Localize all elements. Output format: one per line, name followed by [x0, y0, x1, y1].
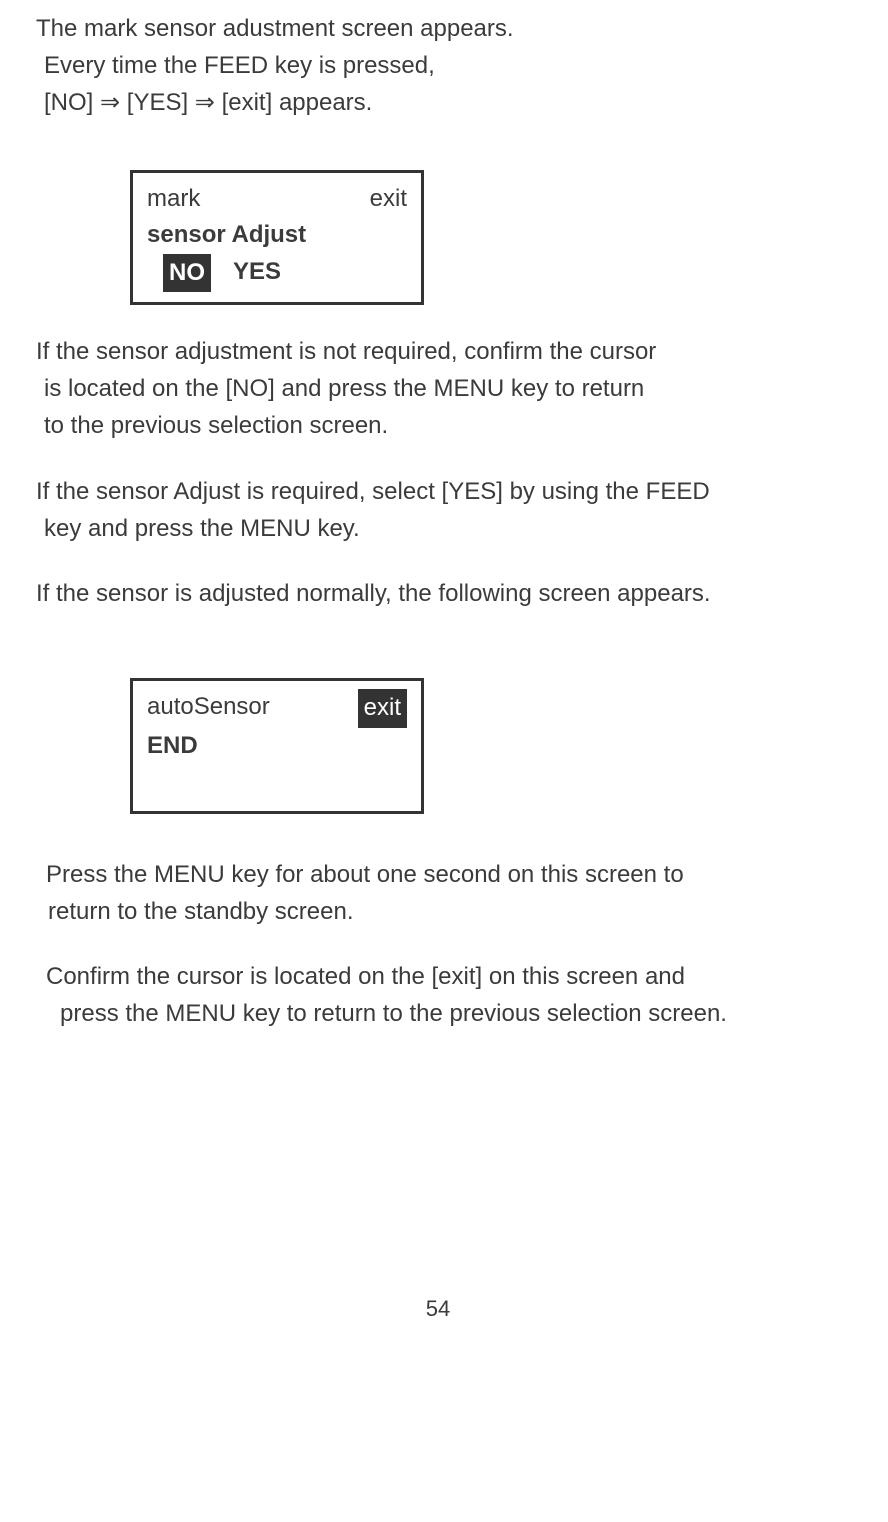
lcd2-top-left: autoSensor [147, 689, 270, 727]
step-3-marker: ③ [8, 333, 36, 370]
lcd1-yes: YES [233, 254, 281, 292]
step-3-line3: to the previous selection screen. [8, 407, 868, 444]
note-line1: Confirm the cursor is located on the [ex… [46, 963, 685, 990]
lcd-sensor-adjust: mark exit sensor Adjust NO YES [130, 170, 424, 305]
step-4-line1: If the sensor Adjust is required, select… [36, 478, 710, 505]
step-2-line3: [NO] ⇒ [YES] ⇒ [exit] appears. [8, 84, 868, 121]
page-number: 54 [8, 1292, 868, 1326]
lcd1-top-right: exit [370, 181, 407, 217]
bullet-1-marker: ● [8, 575, 36, 612]
note: ※Confirm the cursor is located on the [e… [8, 958, 868, 1032]
note-marker: ※ [18, 958, 46, 995]
step-2-line1: The mark sensor adustment screen appears… [36, 15, 514, 42]
step-4: ④If the sensor Adjust is required, selec… [8, 473, 868, 547]
step-4-line2: key and press the MENU key. [8, 510, 868, 547]
step-4-marker: ④ [8, 473, 36, 510]
step-3-line2: is located on the [NO] and press the MEN… [8, 370, 868, 407]
lcd1-no: NO [163, 254, 211, 292]
step-2-line2: Every time the FEED key is pressed, [8, 47, 868, 84]
note-line2: press the MENU key to return to the prev… [18, 995, 868, 1032]
bullet-1: ●If the sensor is adjusted normally, the… [8, 575, 868, 612]
lcd1-mid: sensor Adjust [147, 217, 407, 253]
step-3-line1: If the sensor adjustment is not required… [36, 338, 656, 365]
step-2-marker: ② [8, 10, 36, 47]
lcd-autosensor-end: autoSensor exit END [130, 678, 424, 813]
bullet-2: ●Press the MENU key for about one second… [8, 856, 868, 930]
step-2: ②The mark sensor adustment screen appear… [8, 10, 868, 122]
bullet-2-line1: Press the MENU key for about one second … [46, 861, 684, 888]
bullet-1-line1: If the sensor is adjusted normally, the … [36, 580, 711, 607]
lcd1-top-left: mark [147, 181, 200, 217]
lcd2-mid: END [147, 728, 407, 764]
lcd2-top-right: exit [358, 689, 407, 727]
step-3: ③If the sensor adjustment is not require… [8, 333, 868, 445]
bullet-2-line2: return to the standby screen. [18, 893, 868, 930]
bullet-2-marker: ● [18, 856, 46, 893]
